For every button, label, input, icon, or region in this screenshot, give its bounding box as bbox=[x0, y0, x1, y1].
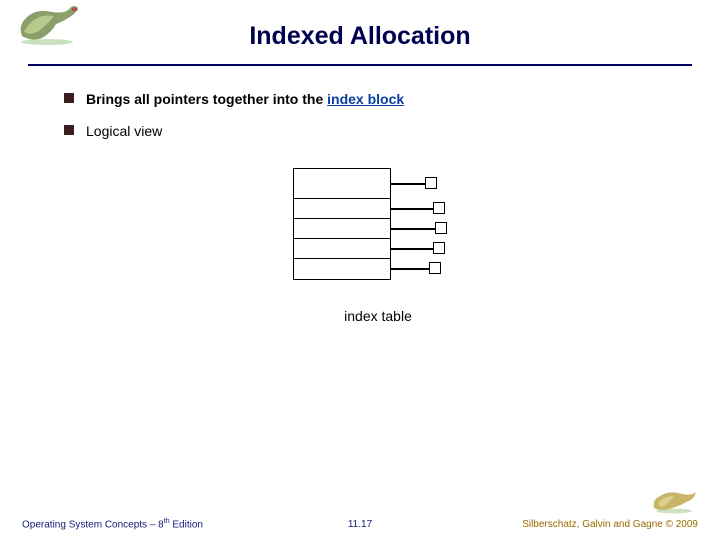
footer-left-suffix: Edition bbox=[170, 519, 203, 530]
pointer-arrow bbox=[391, 208, 433, 210]
table-row bbox=[294, 219, 390, 239]
slide-footer: Operating System Concepts – 8th Edition … bbox=[0, 518, 720, 530]
index-table-diagram bbox=[293, 168, 463, 298]
diagram-caption: index table bbox=[344, 308, 412, 324]
data-block bbox=[435, 222, 447, 234]
data-block bbox=[429, 262, 441, 274]
pointer-arrow bbox=[391, 228, 435, 230]
footer-left-prefix: Operating System Concepts – 8 bbox=[22, 519, 164, 530]
footer-copyright: Silberschatz, Galvin and Gagne © 2009 bbox=[522, 519, 698, 530]
data-block bbox=[425, 177, 437, 189]
table-row bbox=[294, 239, 390, 259]
pointer-arrow bbox=[391, 268, 429, 270]
slide-header: Indexed Allocation bbox=[0, 0, 720, 60]
bullet-link[interactable]: index block bbox=[327, 91, 404, 107]
bullet-item: Brings all pointers together into the in… bbox=[64, 90, 692, 108]
data-block bbox=[433, 242, 445, 254]
data-block bbox=[433, 202, 445, 214]
table-row bbox=[294, 169, 390, 199]
footer-left: Operating System Concepts – 8th Edition bbox=[22, 518, 203, 530]
bullet-text: Brings all pointers together into the in… bbox=[86, 90, 404, 108]
index-table bbox=[293, 168, 391, 280]
bullet-icon bbox=[64, 125, 74, 135]
slide-title: Indexed Allocation bbox=[0, 6, 720, 51]
bullet-prefix: Brings all pointers together into the bbox=[86, 91, 327, 107]
bullet-prefix: Logical view bbox=[86, 123, 162, 139]
table-row bbox=[294, 259, 390, 279]
bullet-text: Logical view bbox=[86, 122, 162, 140]
bullet-icon bbox=[64, 93, 74, 103]
diagram-container: index table bbox=[64, 168, 692, 324]
slide-content: Brings all pointers together into the in… bbox=[0, 66, 720, 324]
dinosaur-left-icon bbox=[12, 2, 82, 46]
dinosaur-right-icon bbox=[650, 486, 698, 514]
bullet-item: Logical view bbox=[64, 122, 692, 140]
table-row bbox=[294, 199, 390, 219]
footer-page-number: 11.17 bbox=[348, 519, 372, 530]
pointer-arrow bbox=[391, 183, 425, 185]
pointer-arrow bbox=[391, 248, 433, 250]
